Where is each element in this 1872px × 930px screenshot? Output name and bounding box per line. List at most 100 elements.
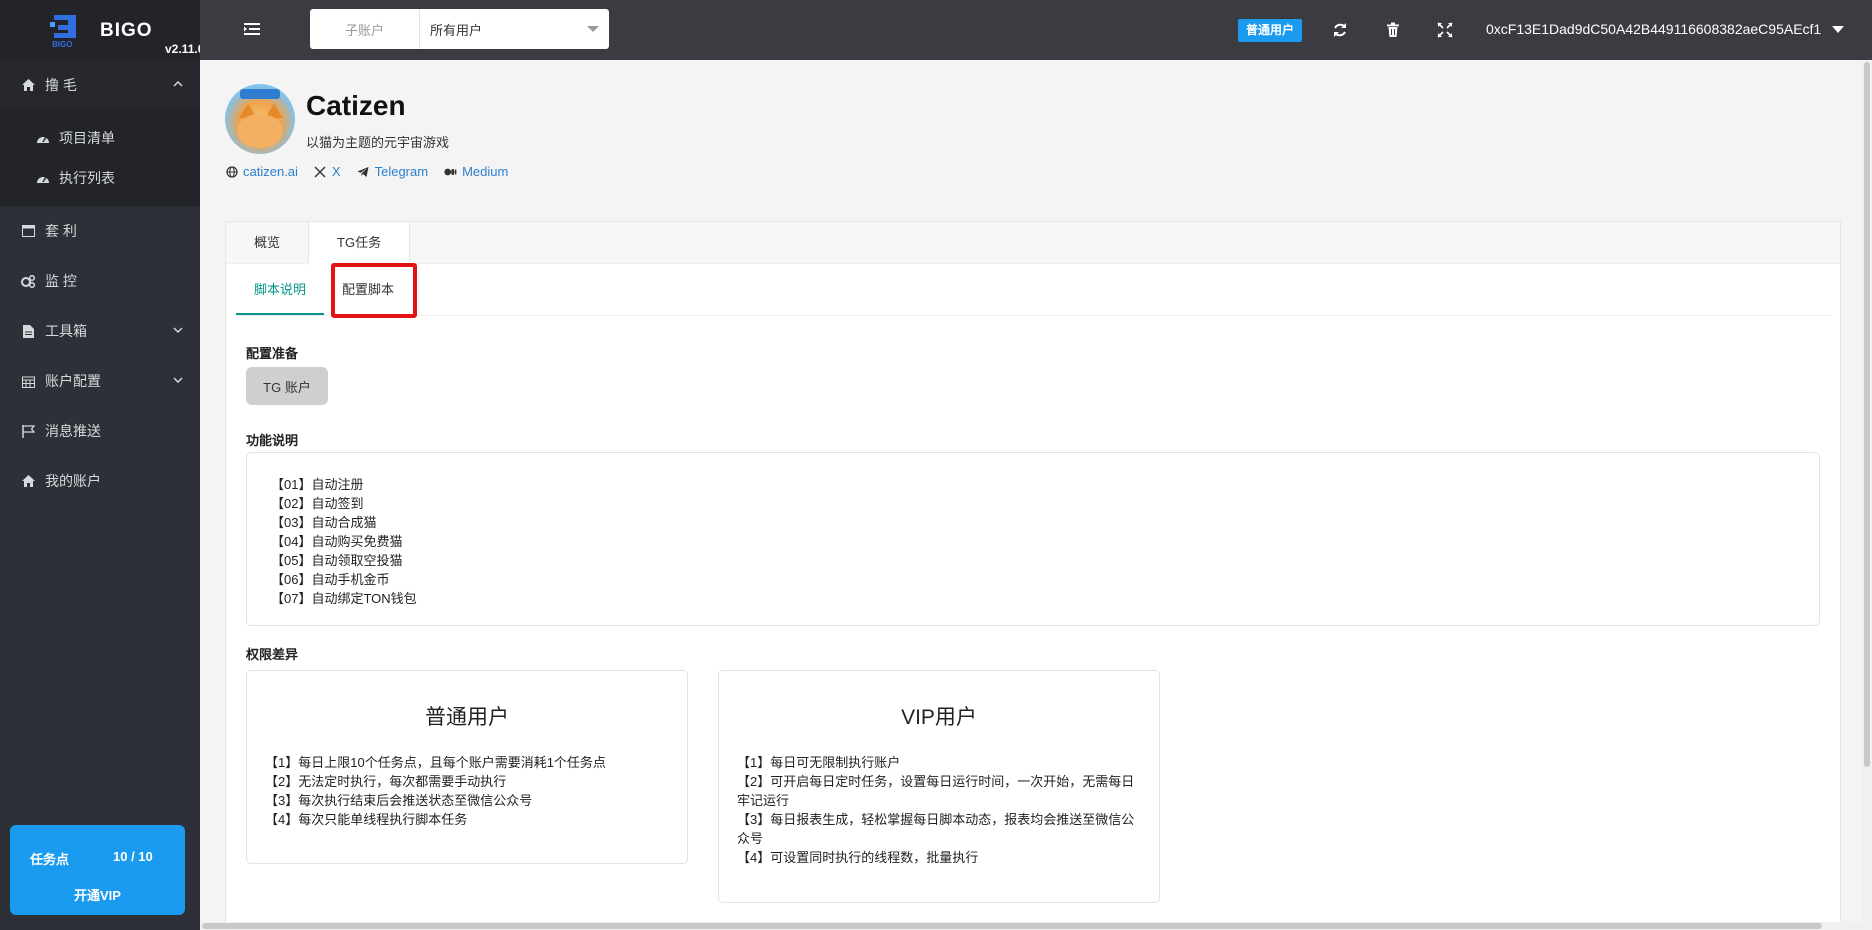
- open-vip-button[interactable]: 开通VIP: [10, 885, 185, 904]
- sidebar-item-arbitrage[interactable]: 套 利: [0, 206, 200, 256]
- chevron-down-icon: [173, 377, 183, 384]
- vip-user-card: VIP用户 【1】每日可无限制执行账户 【2】可开启每日定时任务，设置每日运行时…: [718, 670, 1160, 903]
- trash-icon[interactable]: [1385, 22, 1401, 38]
- version-label: v2.11.0: [165, 42, 205, 56]
- subtab-script-description[interactable]: 脚本说明: [236, 264, 325, 315]
- top-header: 子账户 所有用户 普通用户 0xcF13E1Dad9dC50A42B449116…: [200, 0, 1872, 60]
- horizontal-scrollbar[interactable]: [200, 922, 1862, 930]
- vertical-scrollbar[interactable]: [1862, 60, 1872, 930]
- sidebar-item-project-list[interactable]: 项目清单: [0, 118, 200, 158]
- telegram-link-label: Telegram: [374, 164, 429, 179]
- user-type-badge: 普通用户: [1238, 19, 1303, 42]
- vip-user-line: 【4】可设置同时执行的线程数，批量执行: [737, 850, 979, 865]
- feature-item: 【02】自动签到: [271, 496, 364, 511]
- window-icon: [20, 224, 36, 238]
- sidebar-item-label: 撸 毛: [45, 77, 77, 93]
- bigo-logo-icon: BIGO: [50, 15, 76, 48]
- sidebar-item-account-config[interactable]: 账户配置: [0, 356, 200, 406]
- project-panel: 概览 TG任务 脚本说明 配置脚本 配置准备 TG 账户 功能说明 【01】自动…: [225, 221, 1841, 930]
- refresh-icon[interactable]: [1332, 22, 1348, 38]
- task-points-label: 任务点: [30, 852, 70, 867]
- cogs-icon: [20, 274, 36, 288]
- calendar-icon: [20, 374, 36, 388]
- sub-account-value-text: 所有用户: [430, 22, 483, 38]
- home-icon: [20, 78, 36, 92]
- sub-tabs: 脚本说明 配置脚本: [236, 264, 1832, 316]
- feature-item: 【03】自动合成猫: [271, 515, 377, 530]
- normal-user-line: 【1】每日上限10个任务点，且每个账户需要消耗1个任务点: [265, 755, 606, 770]
- caret-down-icon[interactable]: [1832, 26, 1844, 33]
- main-content: Catizen 以猫为主题的元宇宙游戏 catizen.ai X Telegra…: [200, 60, 1872, 930]
- x-link-label: X: [331, 164, 341, 179]
- medium-icon: [444, 165, 457, 178]
- vip-user-title: VIP用户: [901, 706, 977, 729]
- sidebar: BIGO BIGO v2.11.0 撸 毛 项目清单 执行列表 套 利 监 控 …: [0, 0, 204, 930]
- svg-text:BIGO: BIGO: [52, 40, 72, 48]
- sidebar-subnav: 项目清单 执行列表: [0, 110, 200, 206]
- sidebar-item-label: 套 利: [45, 223, 77, 239]
- feature-item: 【01】自动注册: [271, 477, 364, 492]
- sidebar-item-my-account[interactable]: 我的账户: [0, 456, 200, 506]
- sidebar-item-label: 消息推送: [45, 423, 101, 439]
- sidebar-item-label: 监 控: [45, 273, 77, 289]
- medium-link[interactable]: Medium: [444, 164, 508, 179]
- project-subtitle: 以猫为主题的元宇宙游戏: [306, 135, 450, 150]
- feature-item: 【06】自动手机金币: [271, 572, 390, 587]
- project-links: catizen.ai X Telegram Medium: [225, 164, 508, 179]
- dashboard-icon: [35, 131, 51, 145]
- x-logo-icon: [314, 165, 327, 178]
- logo-bar: BIGO BIGO v2.11.0: [0, 0, 204, 60]
- sidebar-item-exec-list[interactable]: 执行列表: [0, 158, 200, 198]
- permission-section-title: 权限差异: [246, 647, 299, 662]
- menu-toggle-icon[interactable]: [244, 22, 260, 36]
- subtab-configure-script[interactable]: 配置脚本: [324, 264, 412, 315]
- main-tabs: 概览 TG任务: [226, 222, 1840, 265]
- sidebar-item-label: 工具箱: [45, 323, 87, 339]
- vip-user-line: 【3】每日报表生成，轻松掌握每日脚本动态，报表均会推送至微信公众号: [737, 812, 1135, 846]
- home-icon: [20, 474, 36, 488]
- medium-link-label: Medium: [462, 164, 509, 179]
- normal-user-title: 普通用户: [425, 706, 509, 729]
- wallet-address[interactable]: 0xcF13E1Dad9dC50A42B449116608382aeC95AEc…: [1486, 21, 1821, 37]
- normal-user-line: 【2】无法定时执行，每次都需要手动执行: [265, 774, 507, 789]
- chevron-down-icon: [173, 327, 183, 334]
- flag-icon: [20, 424, 36, 438]
- sidebar-item-monitor[interactable]: 监 控: [0, 256, 200, 306]
- normal-user-line: 【4】每次只能单线程执行脚本任务: [265, 812, 468, 827]
- chevron-up-icon: [173, 80, 183, 87]
- sub-account-select[interactable]: 子账户 所有用户: [310, 9, 609, 49]
- sidebar-item-lumao[interactable]: 撸 毛: [0, 60, 200, 110]
- sidebar-nav: 撸 毛 项目清单 执行列表 套 利 监 控 工具箱 账户配置 消息推送 我的账户: [0, 60, 200, 506]
- caret-down-icon: [587, 26, 599, 32]
- feature-list-box: 【01】自动注册 【02】自动签到 【03】自动合成猫 【04】自动购买免费猫 …: [246, 452, 1820, 626]
- vip-user-line: 【2】可开启每日定时任务，设置每日运行时间，一次开始，无需每日牢记运行: [737, 774, 1135, 808]
- scrollbar-thumb[interactable]: [202, 923, 1822, 929]
- sub-account-value[interactable]: 所有用户: [420, 9, 609, 49]
- normal-user-card: 普通用户 【1】每日上限10个任务点，且每个账户需要消耗1个任务点 【2】无法定…: [246, 670, 688, 864]
- project-title: Catizen: [306, 90, 406, 121]
- prep-section-title: 配置准备: [246, 346, 299, 361]
- file-icon: [20, 324, 36, 338]
- feature-item: 【05】自动领取空投猫: [271, 553, 403, 568]
- normal-user-line: 【3】每次执行结束后会推送状态至微信公众号: [265, 793, 533, 808]
- sidebar-item-label: 项目清单: [59, 130, 115, 146]
- tg-account-button[interactable]: TG 账户: [246, 367, 328, 405]
- sidebar-item-message-push[interactable]: 消息推送: [0, 406, 200, 456]
- tab-tg-tasks[interactable]: TG任务: [308, 222, 411, 265]
- website-link[interactable]: catizen.ai: [225, 164, 298, 179]
- project-avatar: [225, 84, 295, 154]
- fullscreen-icon[interactable]: [1437, 22, 1453, 38]
- vip-user-line: 【1】每日可无限制执行账户: [737, 755, 901, 770]
- scrollbar-thumb[interactable]: [1864, 62, 1870, 767]
- x-link[interactable]: X: [314, 164, 341, 179]
- telegram-link[interactable]: Telegram: [357, 164, 428, 179]
- task-points-count: 10 / 10: [113, 849, 153, 864]
- sidebar-item-toolbox[interactable]: 工具箱: [0, 306, 200, 356]
- dashboard-icon: [35, 171, 51, 185]
- feature-item: 【04】自动购买免费猫: [271, 534, 403, 549]
- feature-item: 【07】自动绑定TON钱包: [271, 591, 417, 606]
- sidebar-item-label: 执行列表: [59, 170, 115, 186]
- sidebar-item-label: 我的账户: [45, 473, 101, 489]
- task-points-card: 任务点 10 / 10 开通VIP: [10, 825, 185, 915]
- tab-overview[interactable]: 概览: [226, 222, 308, 263]
